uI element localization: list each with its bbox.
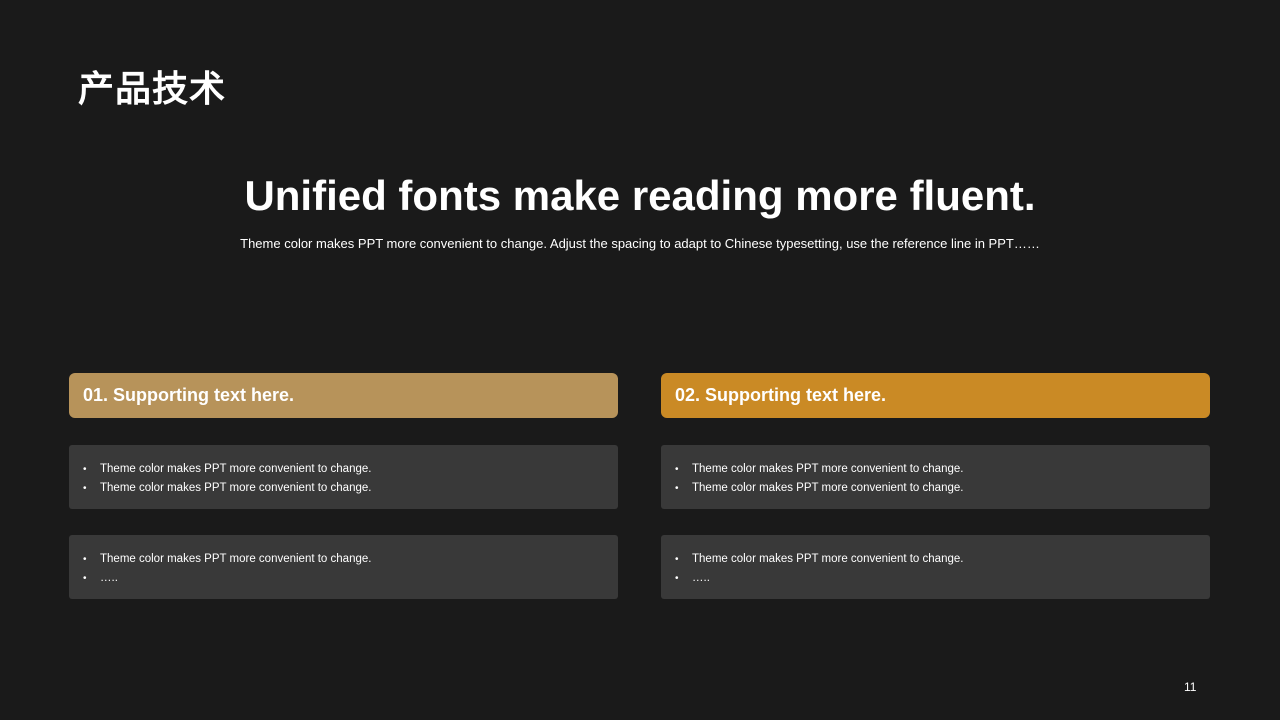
bullet-list: • Theme color makes PPT more convenient t… (83, 460, 604, 498)
headline: Unified fonts make reading more fluent. (244, 172, 1036, 219)
bullet-list: • Theme color makes PPT more convenient t… (675, 460, 1196, 498)
list-item: • Theme color makes PPT more convenient t… (675, 479, 1196, 498)
column-1-box-2: • Theme color makes PPT more convenient t… (69, 535, 618, 599)
bullet-icon: • (83, 573, 87, 584)
list-item: • ….. (675, 569, 1196, 588)
bullet-icon: • (675, 573, 679, 584)
column-2: 02. Supporting text here. • Theme color m… (661, 373, 1210, 599)
list-item: • Theme color makes PPT more convenient t… (83, 460, 604, 479)
column-2-box-1: • Theme color makes PPT more convenient t… (661, 445, 1210, 509)
list-item-text: Theme color makes PPT more convenient to… (692, 482, 964, 494)
list-item: • Theme color makes PPT more convenient t… (83, 479, 604, 498)
page-number: 11 (1184, 680, 1197, 694)
list-item-text: ….. (692, 572, 710, 584)
column-1-header: 01. Supporting text here. (69, 373, 618, 418)
list-item: • Theme color makes PPT more convenient t… (675, 460, 1196, 479)
list-item: • ….. (83, 569, 604, 588)
list-item-text: Theme color makes PPT more convenient to… (100, 463, 372, 475)
bullet-list: • Theme color makes PPT more convenient t… (675, 550, 1196, 588)
bullet-icon: • (83, 483, 87, 494)
list-item-text: Theme color makes PPT more convenient to… (692, 463, 964, 475)
column-1-box-1: • Theme color makes PPT more convenient t… (69, 445, 618, 509)
column-2-box-2: • Theme color makes PPT more convenient t… (661, 535, 1210, 599)
subheadline: Theme color makes PPT more convenient to… (240, 236, 1040, 251)
list-item-text: Theme color makes PPT more convenient to… (100, 553, 372, 565)
bullet-icon: • (675, 464, 679, 475)
page-title: 产品技术 (78, 69, 227, 110)
list-item-text: ….. (100, 572, 118, 584)
bullet-icon: • (675, 483, 679, 494)
bullet-icon: • (83, 464, 87, 475)
bullet-icon: • (675, 554, 679, 565)
column-1: 01. Supporting text here. • Theme color m… (69, 373, 618, 599)
column-2-header: 02. Supporting text here. (661, 373, 1210, 418)
list-item: • Theme color makes PPT more convenient t… (675, 550, 1196, 569)
list-item-text: Theme color makes PPT more convenient to… (100, 482, 372, 494)
bullet-list: • Theme color makes PPT more convenient t… (83, 550, 604, 588)
bullet-icon: • (83, 554, 87, 565)
list-item: • Theme color makes PPT more convenient t… (83, 550, 604, 569)
list-item-text: Theme color makes PPT more convenient to… (692, 553, 964, 565)
